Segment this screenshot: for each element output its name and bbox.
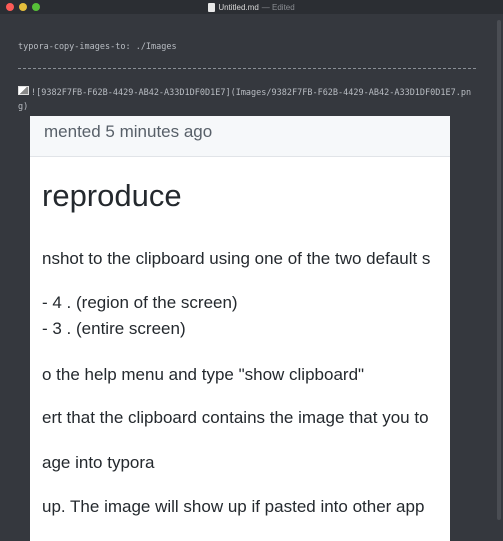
minimize-window-button[interactable] [19, 3, 27, 11]
screenshot-text-line: age into typora [42, 453, 155, 472]
pasted-screenshot-image[interactable]: mented 5 minutes ago reproduce nshot to … [30, 116, 450, 541]
screenshot-heading: reproduce [42, 178, 182, 213]
window-title: Untitled.md — Edited [208, 2, 295, 12]
typora-window: Untitled.md — Edited typora-copy-images-… [0, 0, 503, 541]
edited-status: — Edited [261, 2, 295, 12]
window-controls [6, 3, 40, 11]
image-icon [18, 86, 29, 95]
image-markdown-source[interactable]: ![9382F7FB-F62B-4429-AB42-A33D1DF0D1E7](… [18, 88, 471, 112]
zoom-window-button[interactable] [32, 3, 40, 11]
close-window-button[interactable] [6, 3, 14, 11]
screenshot-text-line: o the help menu and type "show clipboard… [42, 365, 365, 384]
front-matter-divider [18, 68, 476, 69]
screenshot-comment-timestamp: mented 5 minutes ago [44, 122, 213, 141]
screenshot-comment-header: mented 5 minutes ago [30, 116, 450, 157]
screenshot-text-line: up. The image will show up if pasted int… [42, 497, 425, 516]
title-bar: Untitled.md — Edited [0, 0, 503, 14]
front-matter-line[interactable]: typora-copy-images-to: ./Images [18, 42, 177, 52]
screenshot-text-line: ert that the clipboard contains the imag… [42, 408, 429, 427]
image-markdown-line[interactable]: ![9382F7FB-F62B-4429-AB42-A33D1DF0D1E7](… [18, 86, 480, 114]
document-icon [208, 2, 216, 12]
editor-scrollbar[interactable] [497, 20, 501, 520]
screenshot-text-line: - 3 . (entire screen) [42, 319, 186, 338]
file-name: Untitled.md [218, 2, 259, 12]
screenshot-text-line: - 4 . (region of the screen) [42, 293, 238, 312]
screenshot-text-line: nshot to the clipboard using one of the … [42, 249, 431, 268]
